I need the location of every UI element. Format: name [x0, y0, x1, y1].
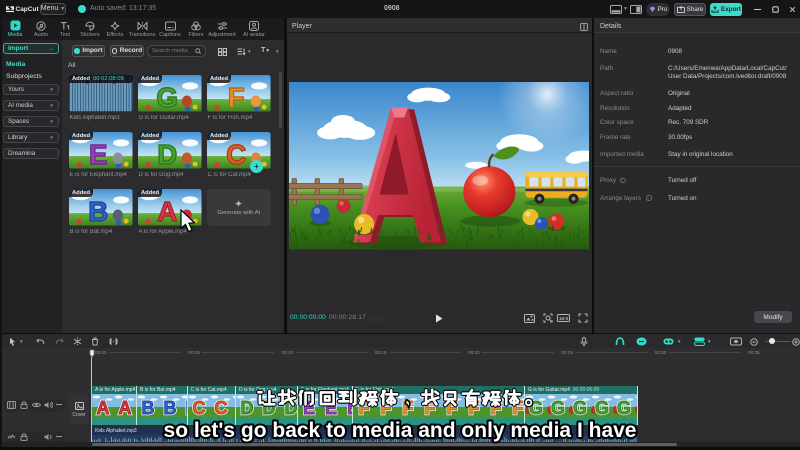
svg-text:E: E	[89, 139, 108, 168]
svg-text:C: C	[226, 139, 246, 168]
svg-text:A: A	[97, 398, 110, 418]
svg-text:so let's go back to media and: so let's go back to media and only media…	[164, 419, 637, 442]
svg-text:A: A	[119, 398, 132, 418]
svg-text:G: G	[156, 82, 178, 111]
svg-text:F: F	[228, 82, 245, 111]
svg-text:A: A	[157, 196, 177, 225]
svg-text:B: B	[88, 196, 108, 225]
svg-text:D: D	[157, 139, 177, 168]
